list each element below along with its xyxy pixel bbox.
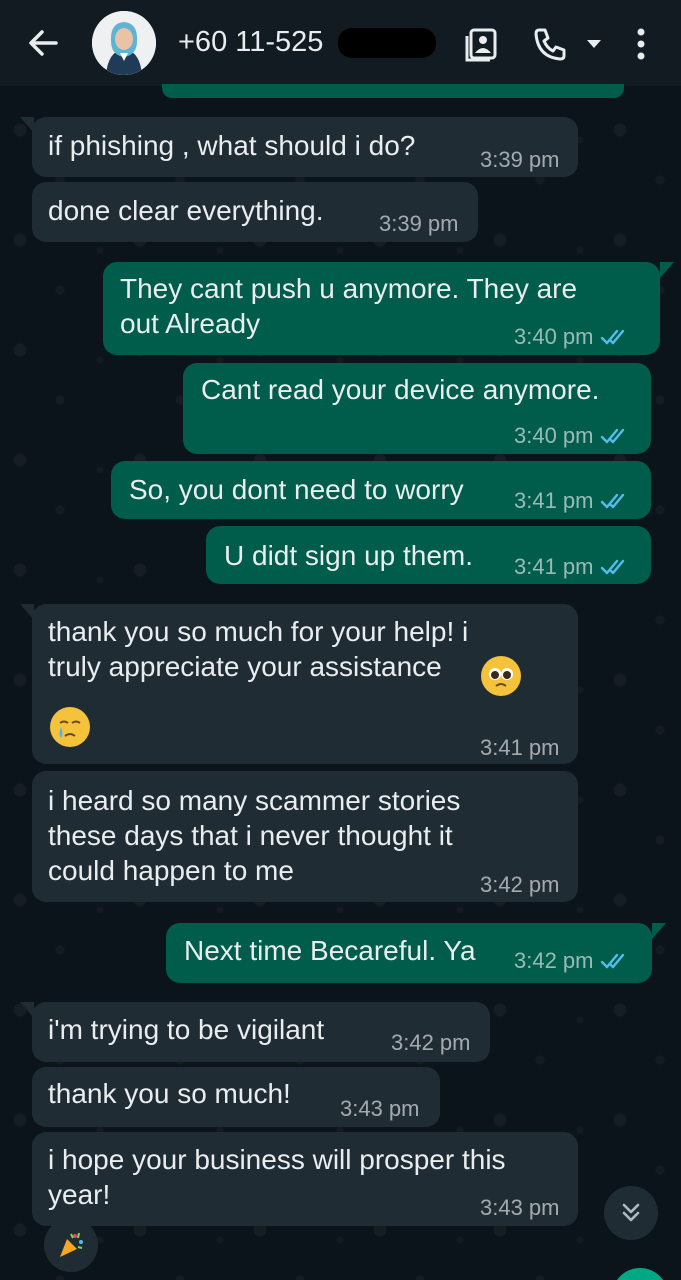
message-time: 3:42 pm [480, 872, 560, 897]
message-text: i hope your business will prosper this y… [48, 1144, 506, 1210]
message-time: 3:43 pm [480, 1195, 560, 1220]
dropdown-icon[interactable] [584, 24, 604, 64]
call-icon[interactable] [530, 24, 570, 64]
outgoing-message[interactable]: They cant push u anymore. They are out A… [103, 262, 660, 355]
read-receipt-icon [600, 559, 624, 575]
message-time: 3:40 pm [514, 423, 628, 449]
incoming-message[interactable]: if phishing , what should i do? 3:39 pm [32, 117, 578, 177]
incoming-message[interactable]: i hope your business will prosper this y… [32, 1132, 578, 1226]
party-popper-reaction[interactable] [44, 1218, 98, 1272]
incoming-message[interactable]: i'm trying to be vigilant 3:42 pm [32, 1002, 490, 1062]
redaction-bar [338, 28, 436, 58]
back-arrow-icon[interactable] [22, 22, 64, 64]
incoming-message[interactable]: thank you so much for your help! i truly… [32, 604, 578, 764]
avatar[interactable] [92, 11, 156, 75]
incoming-message[interactable]: done clear everything. 3:39 pm [32, 182, 478, 242]
message-time: 3:42 pm [514, 948, 628, 974]
message-time: 3:39 pm [480, 147, 560, 172]
message-text: if phishing , what should i do? [48, 130, 416, 161]
message-time: 3:40 pm [514, 324, 628, 350]
bubble-tail [652, 923, 666, 939]
read-receipt-icon [600, 493, 624, 509]
message-time: 3:41 pm [514, 554, 628, 580]
bubble-tail [20, 604, 34, 620]
pleading-face-emoji [481, 656, 521, 696]
message-text: i'm trying to be vigilant [48, 1014, 325, 1045]
bubble-tail [20, 1002, 34, 1018]
message-text: U didt sign up them. [224, 540, 474, 571]
message-text: Cant read your device anymore. [201, 374, 600, 405]
chat-header: +60 11-525 [0, 0, 681, 86]
read-receipt-icon [600, 428, 624, 444]
previous-message-edge [162, 84, 624, 98]
outgoing-message[interactable]: U didt sign up them. 3:41 pm [206, 526, 651, 584]
bubble-tail [20, 117, 34, 133]
message-text: thank you so much! [48, 1078, 291, 1109]
message-text: So, you dont need to worry [129, 474, 464, 505]
message-time: 3:41 pm [514, 488, 628, 514]
contact-card-icon[interactable] [462, 24, 502, 64]
outgoing-message[interactable]: Next time Becareful. Ya 3:42 pm [166, 923, 652, 983]
message-time: 3:43 pm [340, 1096, 420, 1121]
read-receipt-icon [600, 953, 624, 969]
message-text: Next time Becareful. Ya [184, 935, 476, 966]
message-text: thank you so much for your help! i truly… [48, 616, 469, 682]
outgoing-message[interactable]: So, you dont need to worry 3:41 pm [111, 461, 651, 519]
read-receipt-icon [600, 329, 624, 345]
incoming-message[interactable]: thank you so much! 3:43 pm [32, 1067, 440, 1127]
double-chevron-down-icon [622, 1203, 640, 1222]
contact-name[interactable]: +60 11-525 [178, 26, 323, 59]
message-time: 3:42 pm [391, 1030, 471, 1055]
menu-icon[interactable] [628, 24, 654, 64]
scroll-to-bottom-button[interactable] [604, 1186, 658, 1240]
message-text: done clear everything. [48, 195, 324, 226]
outgoing-message[interactable]: Cant read your device anymore. 3:40 pm [183, 363, 651, 454]
message-time: 3:39 pm [379, 211, 459, 236]
crying-face-emoji [50, 707, 90, 747]
incoming-message[interactable]: i heard so many scammer stories these da… [32, 771, 578, 902]
message-text: i heard so many scammer stories these da… [48, 785, 461, 886]
message-time: 3:41 pm [480, 735, 560, 760]
message-text: They cant push u anymore. They are out A… [120, 273, 578, 339]
party-popper-icon [60, 1232, 83, 1257]
bubble-tail [660, 262, 674, 278]
